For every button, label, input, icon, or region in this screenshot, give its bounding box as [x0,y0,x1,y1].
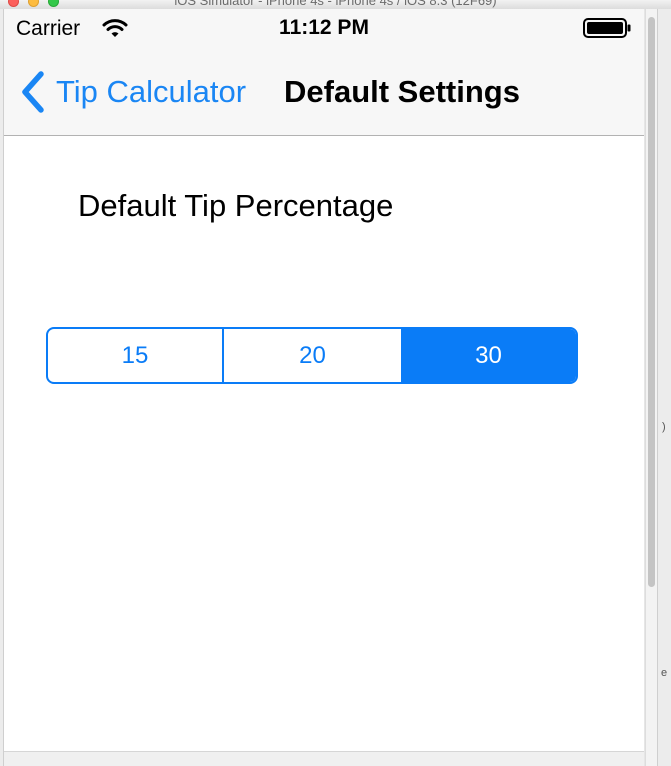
page-title: Default Settings [284,74,520,109]
segment-20[interactable]: 20 [224,329,401,382]
status-bar: Carrier 11:12 PM [4,9,644,49]
background-glyph: e [661,667,668,679]
battery-icon [583,18,631,38]
back-button[interactable]: Tip Calculator [18,67,246,117]
chevron-left-icon [22,71,44,113]
segment-15[interactable]: 15 [48,329,224,382]
status-time: 11:12 PM [279,16,369,39]
simulator-bottom-edge [4,751,644,766]
background-glyph: ) [662,421,666,433]
back-button-label: Tip Calculator [56,74,247,109]
tip-percentage-segmented-control[interactable]: 15 20 30 [46,327,578,384]
window-title: iOS Simulator - iPhone 4s - iPhone 4s / … [174,0,497,8]
background-window-right: ) e [657,9,671,766]
ios-screen: Carrier 11:12 PM Tip Calculator Default … [4,9,644,751]
segment-30[interactable]: 30 [401,329,576,382]
default-tip-percentage-label: Default Tip Percentage [78,188,394,223]
simulator-title-bar: iOS Simulator - iPhone 4s - iPhone 4s / … [0,0,671,9]
navigation-bar: Tip Calculator Default Settings [4,49,644,136]
vertical-scrollbar[interactable] [645,9,657,766]
scrollbar-thumb[interactable] [648,17,655,587]
